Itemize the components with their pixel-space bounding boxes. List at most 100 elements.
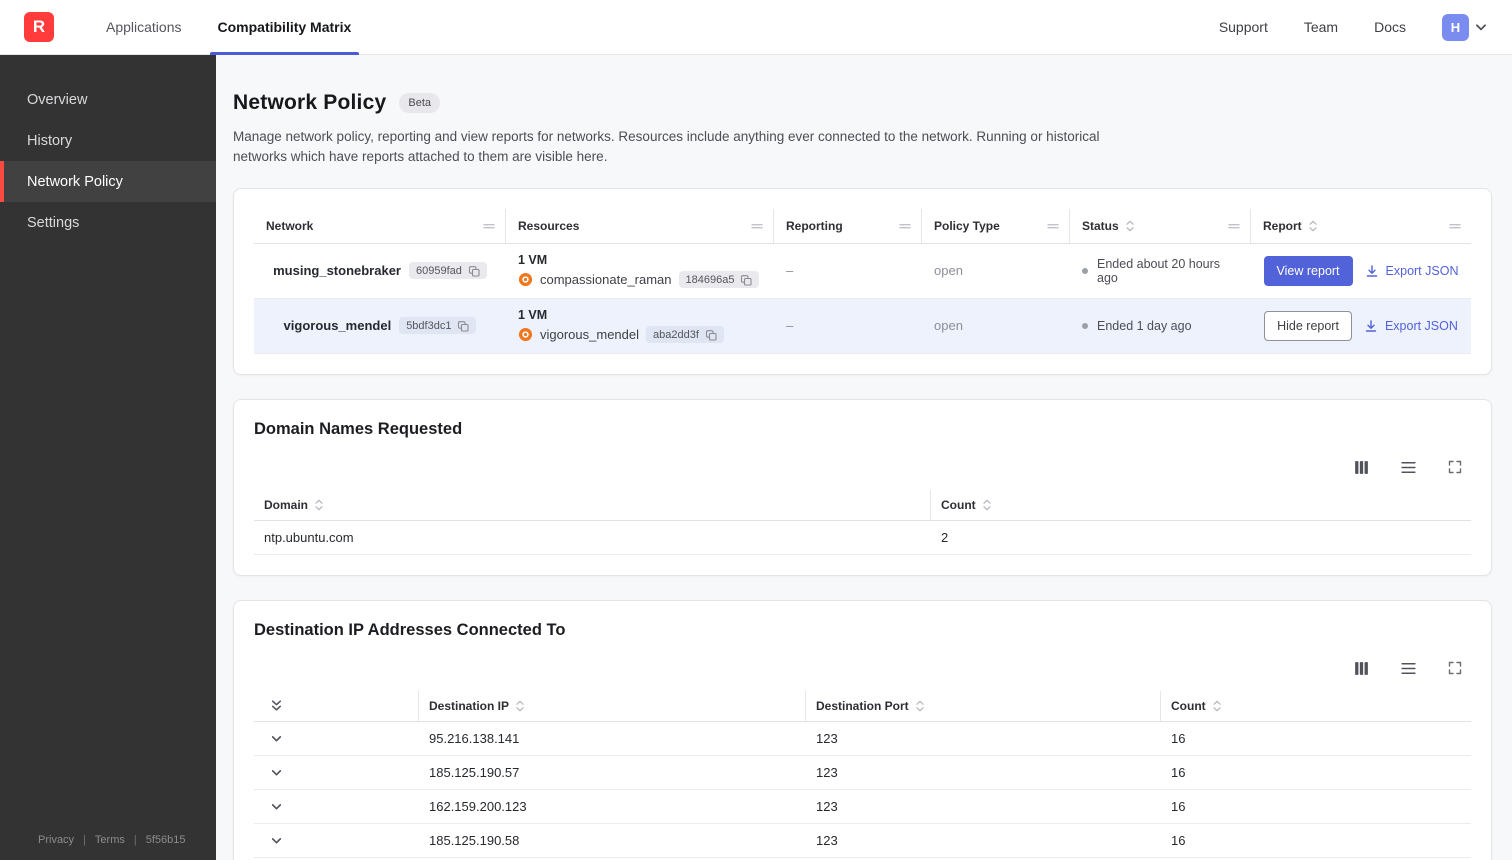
nav-support[interactable]: Support	[1219, 19, 1268, 35]
resource-name: compassionate_raman	[540, 272, 672, 287]
resources-cell: 1 VM vigorous_mendel aba2dd3f	[506, 299, 774, 353]
column-handle-icon[interactable]	[483, 222, 495, 230]
beta-badge: Beta	[399, 93, 440, 113]
nav-team[interactable]: Team	[1304, 19, 1338, 35]
status-text: Ended 1 day ago	[1097, 318, 1192, 333]
copy-icon[interactable]	[740, 274, 753, 286]
destination-ip-cell: 185.125.190.57	[429, 764, 520, 780]
nav-compatibility-matrix[interactable]: Compatibility Matrix	[200, 0, 370, 55]
count-cell: 16	[1171, 764, 1186, 780]
resource-icon	[518, 327, 533, 342]
privacy-link[interactable]: Privacy	[38, 834, 74, 846]
fullscreen-icon[interactable]	[1447, 459, 1463, 475]
build-version: 5f56b15	[145, 834, 186, 846]
row-expand-icon[interactable]	[270, 802, 283, 811]
nav-applications[interactable]: Applications	[88, 0, 200, 55]
copy-icon[interactable]	[705, 329, 717, 341]
sidebar-item-network-policy[interactable]: Network Policy	[0, 161, 216, 202]
status-cell: Ended about 20 hours ago	[1070, 244, 1251, 298]
account-menu[interactable]: H	[1442, 13, 1488, 41]
topbar-right: Support Team Docs H	[1219, 13, 1488, 41]
download-icon	[1366, 264, 1377, 277]
sidebar-item-overview[interactable]: Overview	[0, 79, 216, 120]
ips-table-header: Destination IP Destination Port Count	[254, 690, 1471, 722]
ip-row: 185.125.190.58 123 16	[254, 824, 1471, 858]
column-handle-icon[interactable]	[1047, 222, 1059, 230]
column-header-reporting[interactable]: Reporting	[774, 208, 922, 243]
column-header-network[interactable]: Network	[254, 208, 506, 243]
fullscreen-icon[interactable]	[1447, 660, 1463, 676]
row-expand-icon[interactable]	[270, 836, 283, 845]
rows-density-icon[interactable]	[1400, 660, 1417, 677]
count-cell: 2	[941, 529, 949, 545]
avatar: H	[1442, 13, 1469, 41]
sidebar-item-settings[interactable]: Settings	[0, 202, 216, 243]
column-header-domain[interactable]: Domain	[254, 489, 931, 520]
status-text: Ended about 20 hours ago	[1097, 256, 1221, 285]
sidebar-item-history[interactable]: History	[0, 120, 216, 161]
vm-count: 1 VM	[518, 253, 548, 267]
row-expand-icon[interactable]	[270, 734, 283, 743]
sort-icon[interactable]	[1308, 219, 1318, 233]
ip-row: 162.159.200.123 123 16	[254, 790, 1471, 824]
top-navbar: R Applications Compatibility Matrix Supp…	[0, 0, 1512, 55]
column-header-count[interactable]: Count	[931, 490, 1471, 520]
report-cell: View report Export JSON	[1251, 244, 1471, 298]
sort-icon[interactable]	[915, 699, 925, 713]
networks-card: Network Resources Reporting Policy Type …	[233, 187, 1492, 375]
column-handle-icon[interactable]	[1228, 222, 1240, 230]
destination-port-cell: 123	[816, 798, 838, 814]
ip-row: 185.125.190.57 123 16	[254, 756, 1471, 790]
copy-icon[interactable]	[468, 265, 480, 277]
domains-toolbar	[254, 459, 1471, 476]
export-json-link[interactable]: Export JSON	[1365, 264, 1458, 278]
network-cell: musing_stonebraker 60959fad	[254, 244, 506, 298]
sidebar: Overview History Network Policy Settings…	[0, 55, 216, 860]
footer-divider: |	[83, 834, 86, 846]
network-id-badge: 60959fad	[408, 262, 487, 279]
domains-card-title: Domain Names Requested	[254, 419, 463, 438]
sort-icon[interactable]	[314, 498, 324, 512]
column-header-report[interactable]: Report	[1251, 209, 1471, 243]
column-header-status[interactable]: Status	[1070, 208, 1251, 243]
column-header-destination-port[interactable]: Destination Port	[806, 690, 1161, 721]
nav-docs[interactable]: Docs	[1374, 19, 1406, 35]
terms-link[interactable]: Terms	[95, 834, 125, 846]
sort-icon[interactable]	[1212, 699, 1222, 713]
count-cell: 16	[1171, 730, 1186, 746]
sort-icon[interactable]	[515, 699, 525, 713]
columns-icon[interactable]	[1353, 459, 1370, 476]
expand-all-icon[interactable]	[270, 699, 283, 712]
destination-port-cell: 123	[816, 764, 838, 780]
resource-id-badge: 184696a5	[678, 271, 760, 288]
hide-report-button[interactable]: Hide report	[1264, 310, 1352, 341]
view-report-button[interactable]: View report	[1263, 255, 1353, 286]
column-header-destination-ip[interactable]: Destination IP	[419, 690, 806, 721]
column-header-count[interactable]: Count	[1161, 691, 1471, 721]
column-handle-icon[interactable]	[899, 222, 911, 230]
network-row: vigorous_mendel 5bdf3dc1 1 VM vigorous_m…	[254, 298, 1471, 354]
column-header-policy-type[interactable]: Policy Type	[922, 208, 1070, 243]
copy-icon[interactable]	[457, 320, 470, 332]
row-expand-icon[interactable]	[270, 768, 283, 777]
policy-type-cell: open	[934, 318, 963, 333]
ips-toolbar	[254, 660, 1471, 677]
resource-name: vigorous_mendel	[540, 327, 640, 342]
network-id-badge: 5bdf3dc1	[399, 317, 477, 334]
columns-icon[interactable]	[1353, 660, 1370, 677]
column-handle-icon[interactable]	[751, 222, 763, 230]
destination-port-cell: 123	[816, 730, 838, 746]
resources-cell: 1 VM compassionate_raman 184696a5	[506, 244, 774, 298]
rows-density-icon[interactable]	[1400, 459, 1417, 476]
networks-table-header: Network Resources Reporting Policy Type …	[254, 208, 1471, 244]
count-cell: 16	[1171, 832, 1186, 848]
sort-icon[interactable]	[982, 498, 992, 512]
app-logo[interactable]: R	[24, 12, 54, 42]
network-cell: vigorous_mendel 5bdf3dc1	[254, 299, 506, 353]
column-handle-icon[interactable]	[1449, 222, 1461, 230]
export-json-link[interactable]: Export JSON	[1364, 319, 1458, 333]
status-dot	[1082, 267, 1088, 274]
sort-icon[interactable]	[1125, 219, 1135, 233]
column-header-resources[interactable]: Resources	[506, 208, 774, 243]
ips-card-title: Destination IP Addresses Connected To	[254, 620, 566, 639]
